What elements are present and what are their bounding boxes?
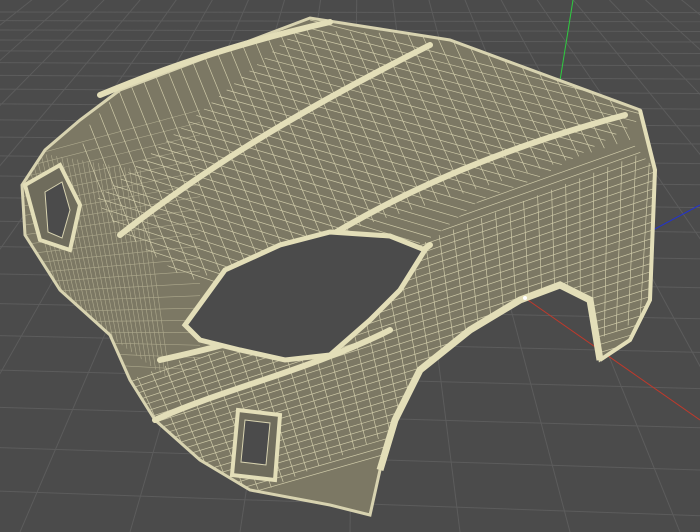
viewport-canvas[interactable] (0, 0, 700, 532)
pivot-point-marker[interactable] (523, 296, 527, 300)
car-front-body-model[interactable] (15, 16, 680, 530)
grid-line (0, 11, 700, 14)
3d-viewport[interactable] (0, 0, 700, 532)
fender-side-vent-inner (240, 419, 271, 466)
grid-line (0, 20, 700, 23)
